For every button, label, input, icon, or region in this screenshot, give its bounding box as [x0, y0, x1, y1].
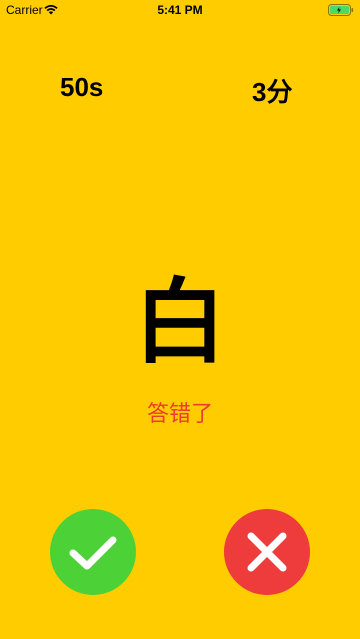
cross-icon [247, 532, 287, 572]
score-label: 3分 [252, 77, 293, 107]
status-bar: Carrier 5:41 PM [0, 0, 360, 20]
checkmark-icon [69, 536, 117, 570]
status-time: 5:41 PM [157, 3, 203, 17]
battery-icon [328, 4, 354, 16]
wrong-button[interactable] [224, 509, 310, 595]
feedback-message: 答错了 [146, 402, 213, 427]
correct-button[interactable] [50, 509, 136, 595]
timer-label: 50s [60, 72, 104, 102]
quiz-character: 白 [133, 269, 226, 376]
